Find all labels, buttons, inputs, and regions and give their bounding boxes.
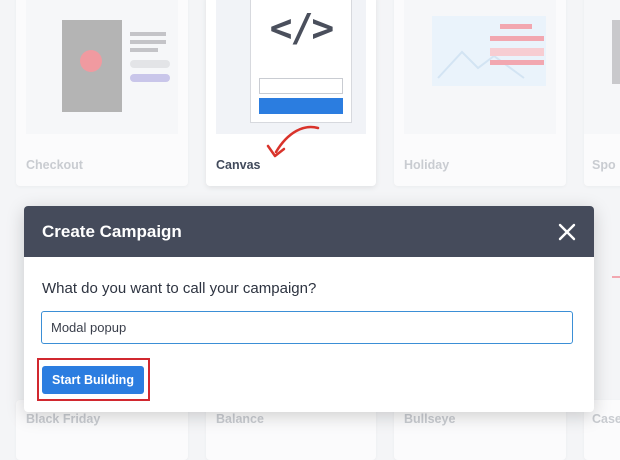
image-placeholder xyxy=(612,20,620,84)
pill xyxy=(130,60,170,68)
text-line xyxy=(130,32,166,36)
text-line xyxy=(130,48,158,52)
template-card-checkout[interactable]: Checkout xyxy=(16,0,188,186)
template-card-spotlight[interactable]: Spo xyxy=(584,0,620,186)
template-name: Canvas xyxy=(216,158,261,172)
template-name: Case xyxy=(592,412,620,426)
text-line xyxy=(500,24,532,29)
template-name: Spo xyxy=(592,158,616,172)
product-image-placeholder xyxy=(62,20,122,112)
button-preview xyxy=(490,60,544,65)
template-thumbnail: </> xyxy=(216,0,366,134)
start-building-button[interactable]: Start Building xyxy=(42,366,144,394)
input-preview xyxy=(259,78,343,94)
button-preview xyxy=(259,98,343,114)
pill xyxy=(130,74,170,82)
template-name: Black Friday xyxy=(26,412,101,426)
decorative-line xyxy=(612,276,620,278)
canvas-preview: </> xyxy=(250,0,352,123)
modal-header: Create Campaign xyxy=(24,206,594,257)
template-name: Balance xyxy=(216,412,264,426)
close-button[interactable] xyxy=(552,217,582,247)
template-thumbnail xyxy=(26,0,178,134)
template-thumbnail xyxy=(584,0,620,134)
text-line xyxy=(490,36,544,41)
annotation-arrow-icon xyxy=(266,125,320,158)
campaign-name-input[interactable] xyxy=(41,311,573,344)
text-line xyxy=(130,40,166,44)
template-thumbnail xyxy=(404,0,556,134)
input-preview xyxy=(490,48,544,56)
cart-icon xyxy=(80,50,102,72)
modal-title: Create Campaign xyxy=(42,222,182,241)
template-name: Holiday xyxy=(404,158,450,172)
close-icon xyxy=(558,223,576,241)
create-campaign-modal: Create Campaign What do you want to call… xyxy=(24,206,594,412)
template-card-holiday[interactable]: Holiday xyxy=(394,0,566,186)
campaign-name-prompt: What do you want to call your campaign? xyxy=(42,280,317,297)
template-name: Checkout xyxy=(26,158,83,172)
code-icon: </> xyxy=(269,6,335,50)
template-name: Bullseye xyxy=(404,412,456,426)
